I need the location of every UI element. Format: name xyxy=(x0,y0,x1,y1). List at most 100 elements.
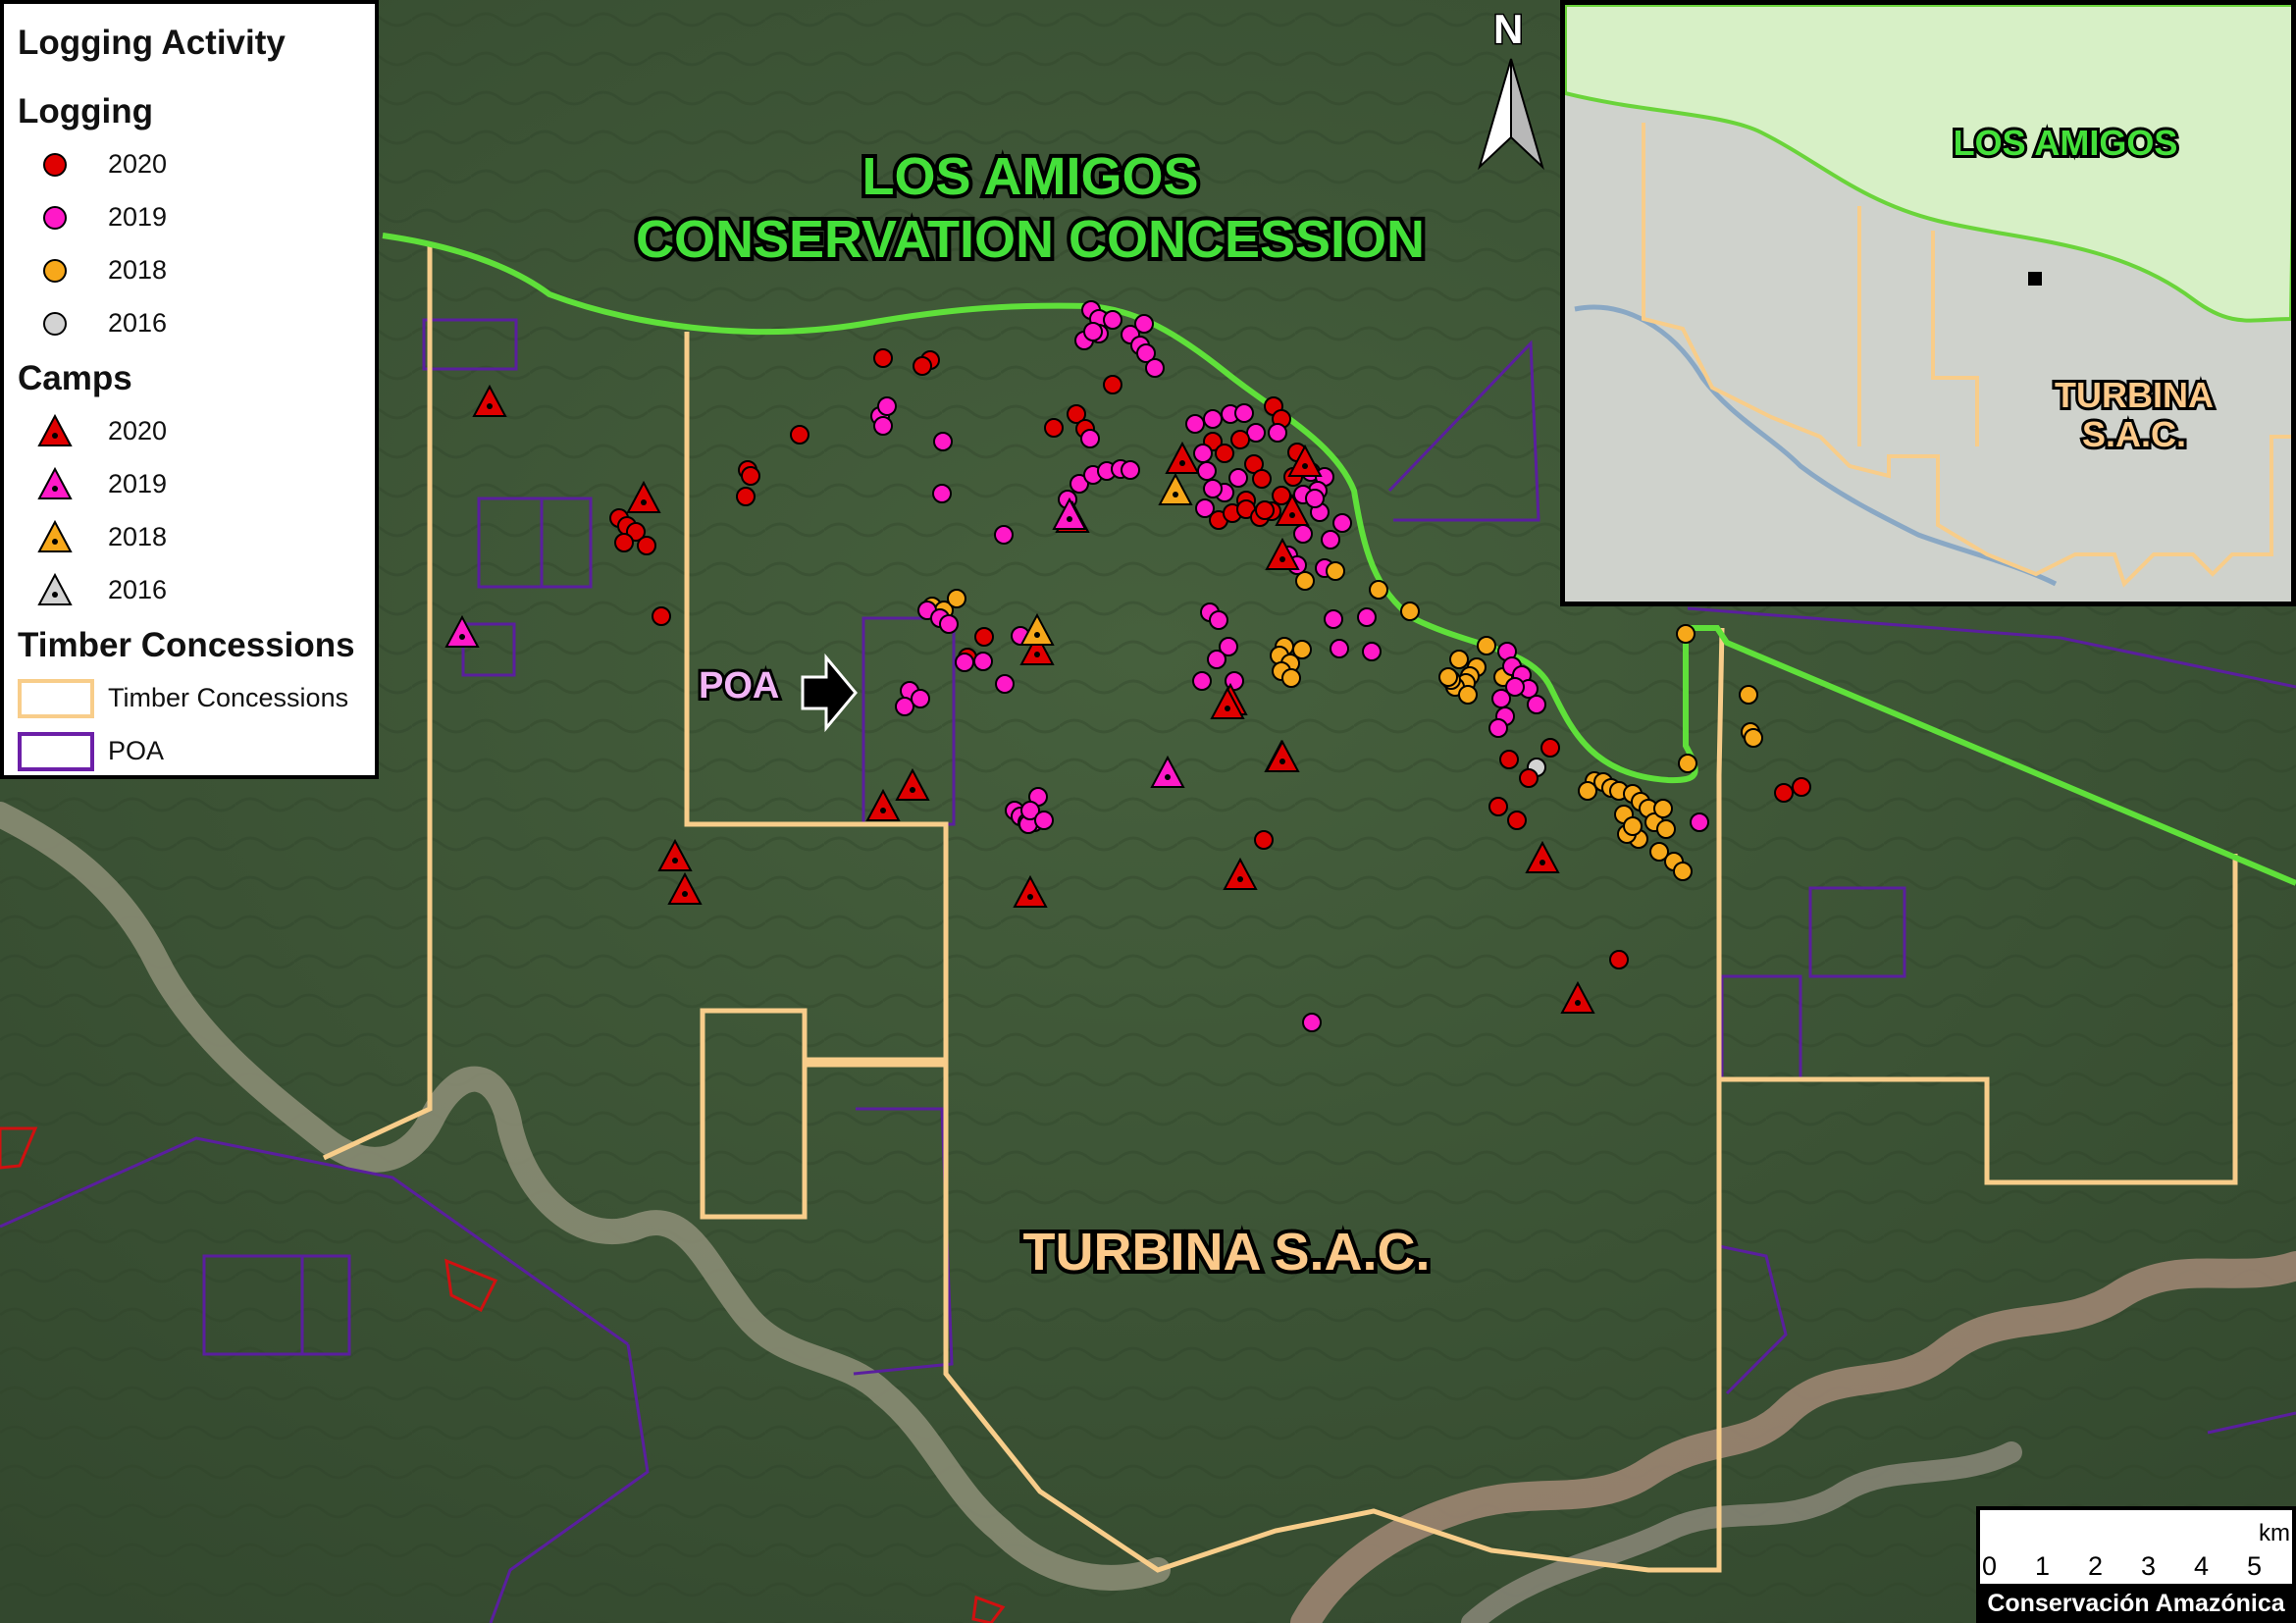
inset-location-marker xyxy=(2028,272,2042,286)
inset-turbina-line1: TURBINA xyxy=(2052,373,2217,418)
logging-point xyxy=(1458,685,1478,705)
logging-point xyxy=(1192,671,1212,691)
logging-point xyxy=(1197,461,1217,481)
legend-camp-2020 xyxy=(37,413,73,446)
los-amigos-label: LOS AMIGOS CONSERVATION CONCESSION xyxy=(608,143,1452,273)
logging-point xyxy=(1185,414,1205,434)
inset-timber-boundary-3 xyxy=(1931,231,1979,446)
logging-point xyxy=(995,674,1015,694)
logging-point xyxy=(1203,409,1223,429)
logging-point xyxy=(1234,403,1254,423)
legend-camp-2018 xyxy=(37,519,73,552)
scale-tick-5: 5 xyxy=(2247,1551,2263,1581)
logging-point xyxy=(736,487,756,506)
logging-point xyxy=(873,416,893,436)
legend-logging-2019: 2019 xyxy=(108,202,168,232)
logging-point xyxy=(1330,639,1349,658)
logging-point xyxy=(1228,468,1248,488)
logging-point xyxy=(1488,718,1508,738)
legend-logging-2020: 2020 xyxy=(108,149,168,179)
logging-point xyxy=(913,356,932,376)
legend-camp-2016 xyxy=(37,572,73,605)
legend-timber-heading: Timber Concessions xyxy=(18,626,355,664)
logging-point xyxy=(933,432,953,451)
inset-turbina-label: TURBINA S.A.C. xyxy=(1997,373,2271,457)
legend-poa-swatch xyxy=(18,732,94,771)
logging-point xyxy=(1400,602,1420,621)
logging-point xyxy=(1369,580,1388,600)
los-amigos-line2: CONSERVATION CONCESSION xyxy=(632,206,1429,273)
logging-point xyxy=(1491,689,1511,708)
inset-canvas xyxy=(1565,5,2291,588)
logging-point xyxy=(1324,609,1343,629)
inset-turbina-line2: S.A.C. xyxy=(2079,412,2189,457)
legend: Logging Activity Logging 2020 2019 2018 … xyxy=(0,0,379,779)
logging-point xyxy=(1207,650,1226,669)
logging-point xyxy=(1332,513,1352,533)
logging-point xyxy=(947,589,966,608)
logging-point xyxy=(873,348,893,368)
logging-point xyxy=(1527,695,1546,714)
logging-point xyxy=(1578,781,1597,801)
logging-point xyxy=(1477,636,1496,655)
turbina-label: TURBINA S.A.C. xyxy=(1019,1219,1435,1285)
logging-point xyxy=(1488,797,1508,816)
logging-point xyxy=(1134,314,1154,334)
logging-point xyxy=(652,606,671,626)
legend-dot-2018 xyxy=(43,259,67,283)
logging-point xyxy=(1673,862,1693,881)
logging-point xyxy=(1080,429,1100,448)
poa-label: POA xyxy=(696,662,782,709)
logging-point xyxy=(1357,607,1377,627)
logging-point xyxy=(994,525,1014,545)
logging-point xyxy=(1281,668,1301,688)
logging-point xyxy=(911,689,930,708)
logging-point xyxy=(1034,811,1054,830)
logging-point xyxy=(1044,418,1064,438)
logging-point xyxy=(1083,322,1103,341)
scale-tick-4: 4 xyxy=(2194,1551,2210,1581)
logging-point xyxy=(974,627,994,647)
legend-camps-2018: 2018 xyxy=(108,522,168,551)
logging-point xyxy=(741,466,760,486)
logging-point xyxy=(1690,812,1709,832)
logging-point xyxy=(1653,799,1673,818)
logging-point xyxy=(1678,754,1697,773)
logging-point xyxy=(1302,1013,1322,1032)
north-label: N xyxy=(1491,5,1524,54)
inset-los-amigos-label: LOS AMIGOS xyxy=(1951,120,2181,166)
logging-point xyxy=(1121,460,1140,480)
scale-unit: km xyxy=(2259,1520,2290,1546)
logging-point xyxy=(1449,650,1469,669)
logging-point xyxy=(1519,768,1539,788)
logging-point xyxy=(955,653,974,672)
logging-point xyxy=(1739,685,1758,705)
legend-camps-2019: 2019 xyxy=(108,469,168,498)
credit-label: Conservación Amazónica xyxy=(1976,1584,2296,1623)
logging-point xyxy=(939,614,959,634)
legend-logging-2018: 2018 xyxy=(108,255,168,285)
logging-point xyxy=(1254,830,1274,850)
legend-timber-swatch xyxy=(18,679,94,718)
logging-point xyxy=(1326,561,1345,581)
scale-tick-0: 0 xyxy=(1982,1551,1998,1581)
logging-point xyxy=(1203,479,1223,498)
inset-river xyxy=(1574,304,2058,587)
logging-point xyxy=(1774,783,1794,803)
legend-dot-2020 xyxy=(43,153,67,177)
legend-timber-label: Timber Concessions xyxy=(108,683,349,712)
logging-point xyxy=(614,533,634,552)
legend-poa-label: POA xyxy=(108,736,165,765)
logging-point xyxy=(1209,610,1228,630)
logging-point xyxy=(1305,489,1325,508)
legend-camps-2020: 2020 xyxy=(108,416,168,445)
logging-point xyxy=(932,484,952,503)
scale-tick-1: 1 xyxy=(2035,1551,2051,1581)
logging-point xyxy=(1252,469,1272,489)
inset-map: LOS AMIGOS TURBINA S.A.C. xyxy=(1560,0,2296,606)
legend-logging-heading: Logging xyxy=(18,92,154,131)
logging-point xyxy=(1103,310,1122,330)
logging-point xyxy=(877,396,897,416)
logging-point xyxy=(1362,642,1382,661)
logging-point xyxy=(1295,571,1315,591)
